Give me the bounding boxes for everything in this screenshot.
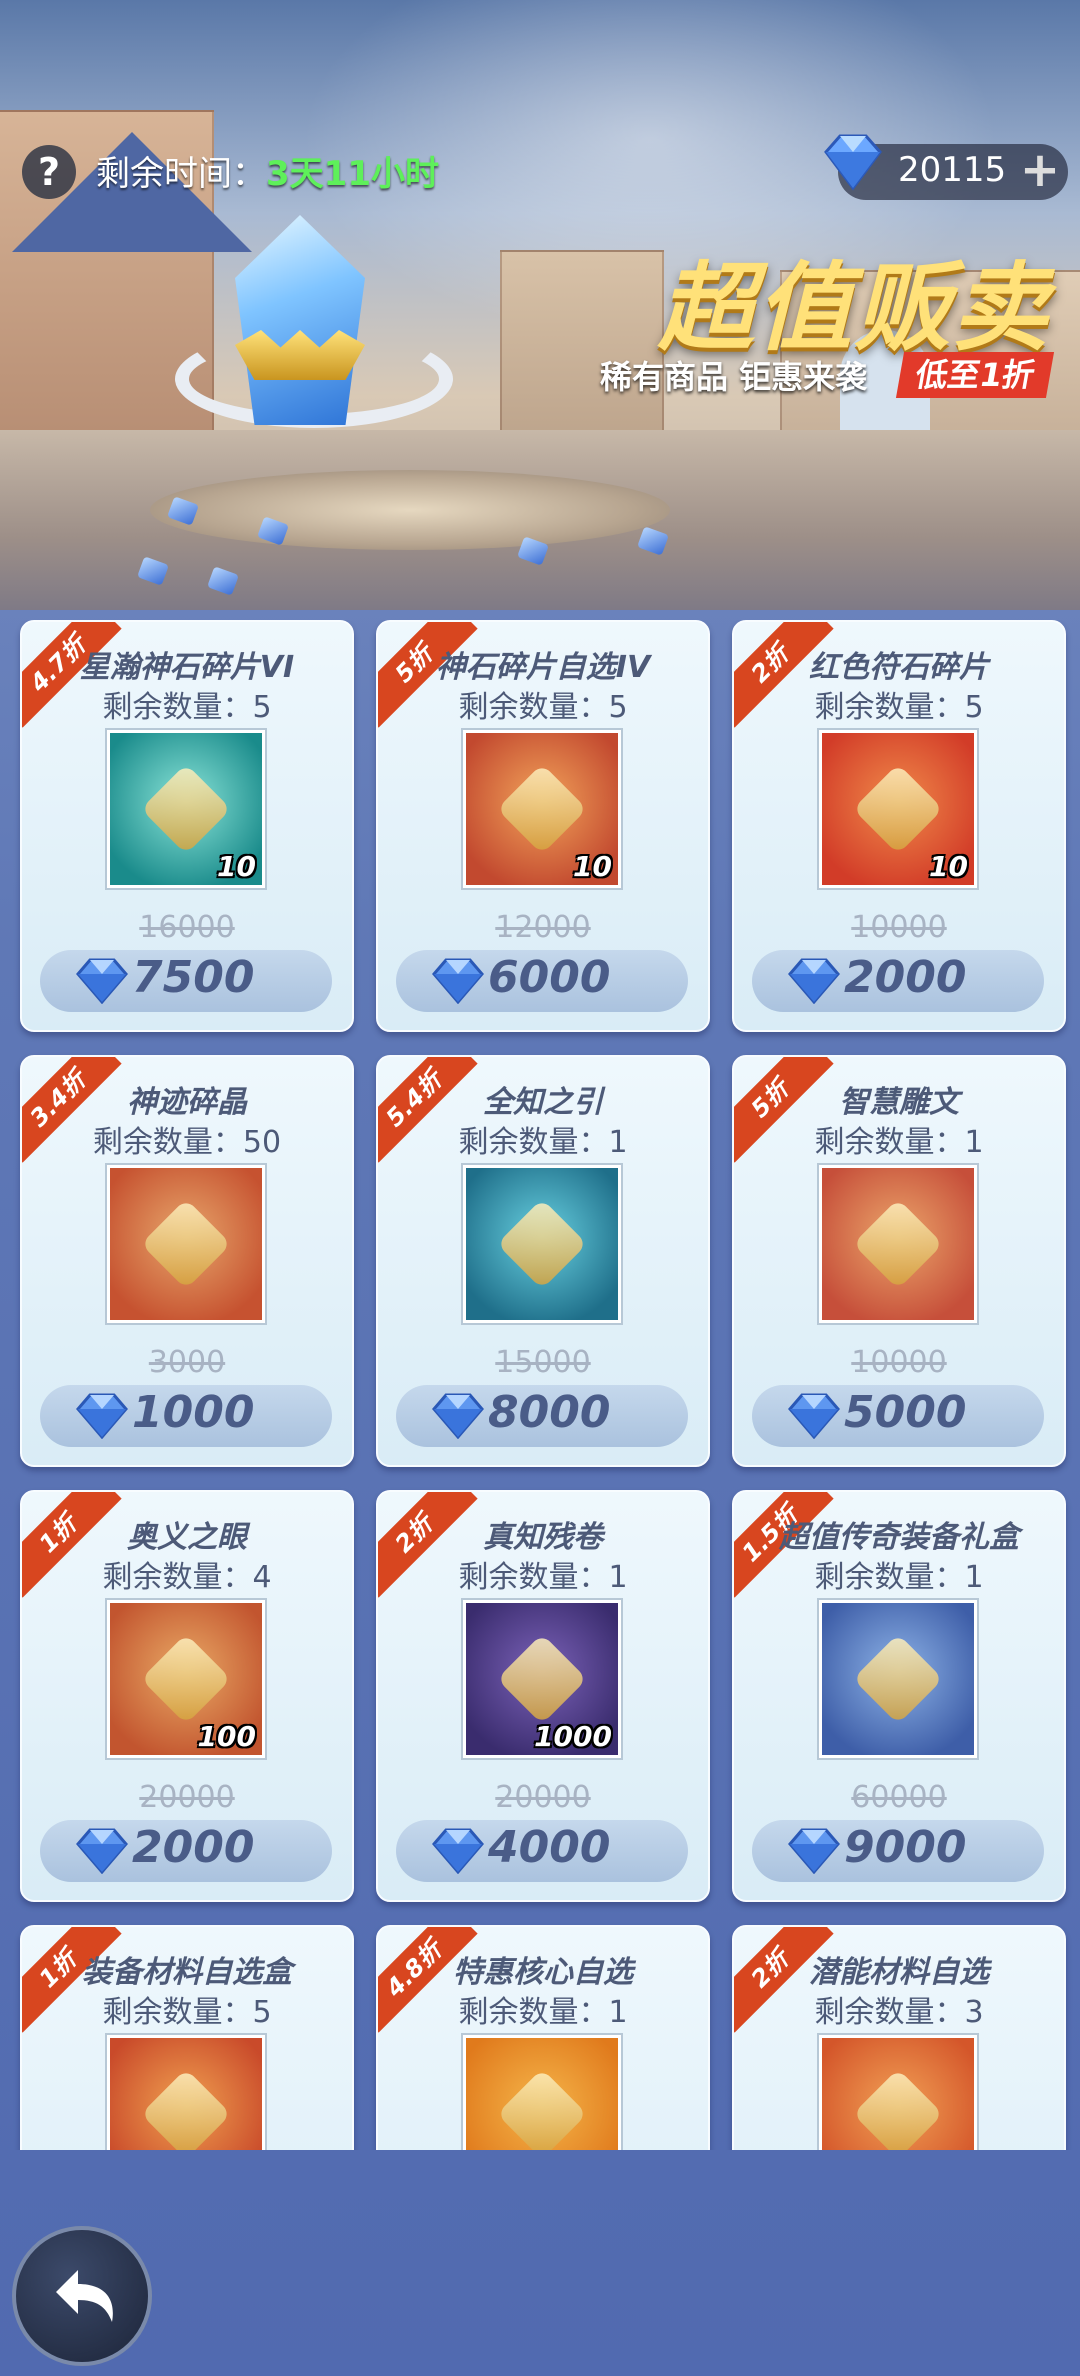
sale-price: 6000 xyxy=(488,952,611,1003)
diamond-icon xyxy=(76,958,128,1004)
item-remaining: 剩余数量：1 xyxy=(814,1560,984,1595)
star-glyph-icon xyxy=(819,1165,977,1323)
item-name: 潜能材料自选 xyxy=(809,1955,989,1990)
chest-icon: 10 xyxy=(107,730,265,888)
sale-price: 5000 xyxy=(844,1387,967,1438)
sale-price: 7500 xyxy=(132,952,255,1003)
shop-item-card[interactable]: 4.8折 特惠核心自选 剩余数量：1 xyxy=(376,1925,710,2150)
item-name: 星瀚神石碎片VI xyxy=(79,650,295,685)
item-remaining: 剩余数量：5 xyxy=(102,690,272,725)
diamond-icon xyxy=(788,1393,840,1439)
shop-item-card[interactable]: 4.7折 星瀚神石碎片VI 剩余数量：5 10 16000 7500 xyxy=(20,620,354,1032)
gold-crown-icon xyxy=(235,330,365,380)
item-name: 装备材料自选盒 xyxy=(82,1955,292,1990)
help-button[interactable]: ? xyxy=(22,145,76,199)
item-quantity: 10 xyxy=(929,850,968,883)
remaining-time: 剩余时间：3天11小时 xyxy=(96,146,439,195)
chest-icon: 10 xyxy=(463,730,621,888)
diamond-icon xyxy=(76,1393,128,1439)
add-currency-button[interactable]: + xyxy=(1018,146,1062,196)
crystal-shard-icon xyxy=(107,1165,265,1323)
original-price: 12000 xyxy=(495,910,591,945)
shop-item-card[interactable]: 2折 红色符石碎片 剩余数量：5 10 10000 2000 xyxy=(732,620,1066,1032)
armor-icon xyxy=(107,2035,265,2150)
shop-item-card[interactable]: 2折 真知残卷 剩余数量：1 1000 20000 4000 xyxy=(376,1490,710,1902)
diamond-icon xyxy=(432,958,484,1004)
item-quantity: 100 xyxy=(197,1720,256,1753)
diamond-icon xyxy=(788,1828,840,1874)
original-price: 15000 xyxy=(495,1345,591,1380)
item-quantity: 1000 xyxy=(534,1720,612,1753)
sale-price: 1000 xyxy=(132,1387,255,1438)
sale-price: 9000 xyxy=(844,1822,967,1873)
original-price: 60000 xyxy=(851,1780,947,1815)
diamond-icon xyxy=(76,1828,128,1874)
item-quantity: 10 xyxy=(573,850,612,883)
item-name: 神迹碎晶 xyxy=(127,1085,247,1120)
diamond-icon xyxy=(788,958,840,1004)
item-name: 超值传奇装备礼盒 xyxy=(779,1520,1019,1555)
shop-item-card[interactable]: 1折 装备材料自选盒 剩余数量：5 xyxy=(20,1925,354,2150)
item-quantity: 10 xyxy=(217,850,256,883)
item-name: 奥义之眼 xyxy=(127,1520,247,1555)
card-icon xyxy=(463,2035,621,2150)
back-button[interactable] xyxy=(12,2226,152,2366)
item-remaining: 剩余数量：1 xyxy=(814,1125,984,1160)
shop-item-card[interactable]: 5.4折 全知之引 剩余数量：1 15000 8000 xyxy=(376,1055,710,1467)
shop-grid: 4.7折 星瀚神石碎片VI 剩余数量：5 10 16000 7500 5折 神石… xyxy=(0,620,1080,2150)
original-price: 10000 xyxy=(851,1345,947,1380)
currency-amount: 20115 xyxy=(898,150,1007,190)
timer-value: 3天11小时 xyxy=(266,154,439,194)
item-name: 真知残卷 xyxy=(483,1520,603,1555)
diamond-icon xyxy=(824,134,882,191)
item-name: 红色符石碎片 xyxy=(809,650,989,685)
original-price: 16000 xyxy=(139,910,235,945)
shop-item-card[interactable]: 3.4折 神迹碎晶 剩余数量：50 3000 1000 xyxy=(20,1055,354,1467)
original-price: 10000 xyxy=(851,910,947,945)
sale-price: 2000 xyxy=(844,952,967,1003)
item-remaining: 剩余数量：5 xyxy=(102,1995,272,2030)
armor-icon xyxy=(819,1600,977,1758)
item-remaining: 剩余数量：1 xyxy=(458,1125,628,1160)
diamond-icon xyxy=(432,1393,484,1439)
original-price: 3000 xyxy=(148,1345,226,1380)
item-remaining: 剩余数量：50 xyxy=(92,1125,282,1160)
item-remaining: 剩余数量：1 xyxy=(458,1560,628,1595)
eye-icon: 100 xyxy=(107,1600,265,1758)
sale-price: 4000 xyxy=(488,1822,611,1873)
orb-icon xyxy=(463,1165,621,1323)
diamond-icon xyxy=(432,1828,484,1874)
timer-label: 剩余时间： xyxy=(96,154,266,194)
sale-price: 2000 xyxy=(132,1822,255,1873)
item-remaining: 剩余数量：4 xyxy=(102,1560,272,1595)
shop-item-card[interactable]: 2折 潜能材料自选 剩余数量：3 xyxy=(732,1925,1066,2150)
item-name: 神石碎片自选IV xyxy=(435,650,651,685)
item-remaining: 剩余数量：5 xyxy=(814,690,984,725)
item-remaining: 剩余数量：3 xyxy=(814,1995,984,2030)
max-discount-tag: 低至1折 xyxy=(895,352,1055,398)
shop-item-card[interactable]: 1折 奥义之眼 剩余数量：4 100 20000 2000 xyxy=(20,1490,354,1902)
altar-platform xyxy=(150,470,670,550)
shop-item-card[interactable]: 5折 神石碎片自选IV 剩余数量：5 10 12000 6000 xyxy=(376,620,710,1032)
item-name: 智慧雕文 xyxy=(839,1085,959,1120)
back-arrow-icon xyxy=(56,2270,113,2322)
shop-item-card[interactable]: 1.5折 超值传奇装备礼盒 剩余数量：1 60000 9000 xyxy=(732,1490,1066,1902)
banner-title: 超值贩卖 xyxy=(658,252,1050,364)
item-remaining: 剩余数量：1 xyxy=(458,1995,628,2030)
banner-subtitle: 稀有商品 钜惠来袭 xyxy=(600,358,868,396)
sale-price: 8000 xyxy=(488,1387,611,1438)
chest-icon xyxy=(819,2035,977,2150)
item-name: 全知之引 xyxy=(483,1085,603,1120)
item-remaining: 剩余数量：5 xyxy=(458,690,628,725)
original-price: 20000 xyxy=(139,1780,235,1815)
original-price: 20000 xyxy=(495,1780,591,1815)
rune-icon: 10 xyxy=(819,730,977,888)
item-name: 特惠核心自选 xyxy=(453,1955,633,1990)
shop-item-card[interactable]: 5折 智慧雕文 剩余数量：1 10000 5000 xyxy=(732,1055,1066,1467)
scroll-icon: 1000 xyxy=(463,1600,621,1758)
